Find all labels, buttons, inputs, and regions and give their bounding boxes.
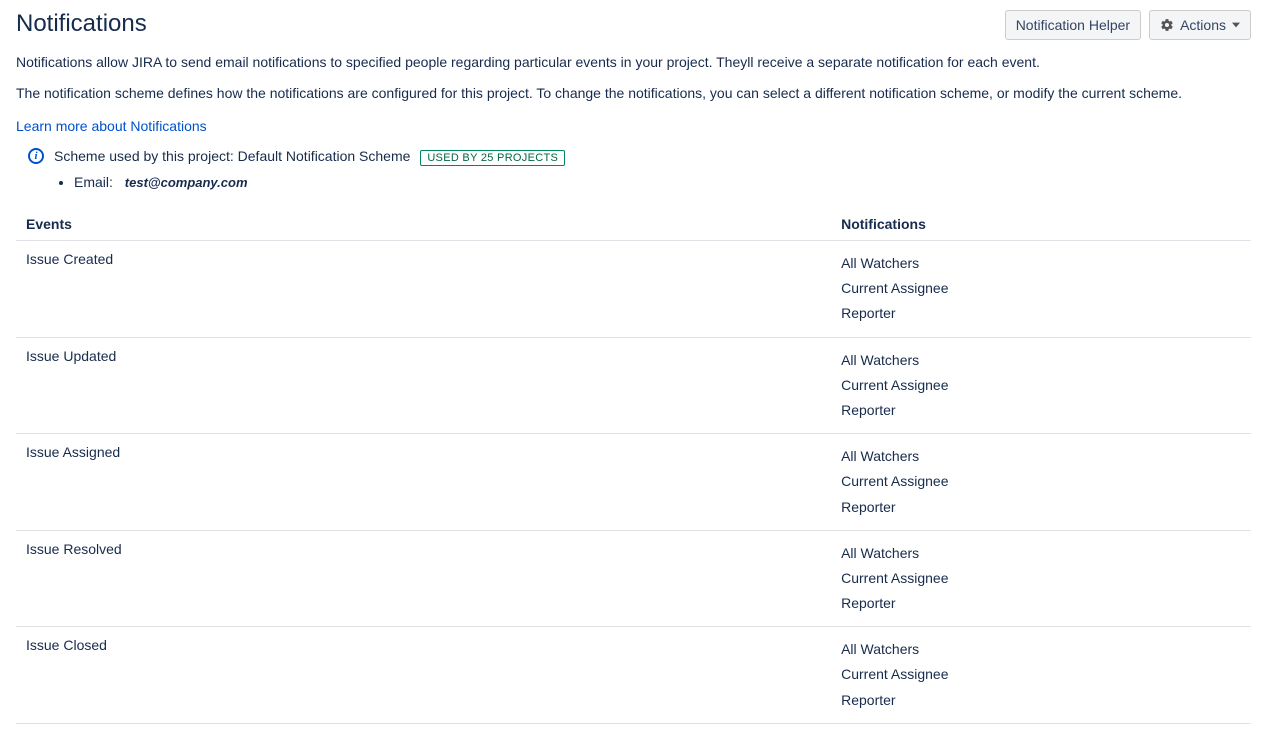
page-header: Notifications Notification Helper Action… bbox=[16, 10, 1251, 40]
recipient-item: Current Assignee bbox=[841, 566, 1241, 591]
email-label: Email: bbox=[74, 174, 113, 190]
recipient-item: All Watchers bbox=[841, 541, 1241, 566]
table-row: Issue AssignedAll WatchersCurrent Assign… bbox=[16, 434, 1251, 531]
recipient-item: All Watchers bbox=[841, 251, 1241, 276]
event-cell: Issue Created bbox=[16, 241, 831, 338]
recipient-item: Current Assignee bbox=[841, 662, 1241, 687]
scheme-text: Scheme used by this project: Default Not… bbox=[54, 148, 565, 164]
page-title: Notifications bbox=[16, 10, 147, 38]
recipient-item: All Watchers bbox=[841, 637, 1241, 662]
scheme-name: Default Notification Scheme bbox=[238, 148, 411, 164]
table-row: Issue ResolvedAll WatchersCurrent Assign… bbox=[16, 530, 1251, 627]
intro-block: Notifications allow JIRA to send email n… bbox=[16, 52, 1251, 148]
recipients-cell: All WatchersCurrent AssigneeReporter bbox=[831, 241, 1251, 338]
gear-icon bbox=[1160, 18, 1174, 32]
col-header-notifications: Notifications bbox=[831, 208, 1251, 241]
recipient-item: Reporter bbox=[841, 688, 1241, 713]
intro-paragraph-1: Notifications allow JIRA to send email n… bbox=[16, 52, 1251, 73]
actions-button[interactable]: Actions bbox=[1149, 10, 1251, 40]
recipient-item: Reporter bbox=[841, 398, 1241, 423]
scheme-info-row: i Scheme used by this project: Default N… bbox=[16, 148, 1251, 164]
recipients-cell: All WatchersCurrent AssigneeReporter bbox=[831, 337, 1251, 434]
event-cell: Issue Closed bbox=[16, 627, 831, 724]
notification-helper-button[interactable]: Notification Helper bbox=[1005, 10, 1141, 40]
col-header-events: Events bbox=[16, 208, 831, 241]
event-cell: Issue Assigned bbox=[16, 434, 831, 531]
table-row: Issue ClosedAll WatchersCurrent Assignee… bbox=[16, 627, 1251, 724]
table-row: Issue CreatedAll WatchersCurrent Assigne… bbox=[16, 241, 1251, 338]
recipient-item: Reporter bbox=[841, 591, 1241, 616]
notification-helper-label: Notification Helper bbox=[1016, 17, 1130, 33]
event-cell: Issue Updated bbox=[16, 337, 831, 434]
recipient-item: Reporter bbox=[841, 301, 1241, 326]
recipient-item: All Watchers bbox=[841, 444, 1241, 469]
chevron-down-icon bbox=[1232, 21, 1240, 29]
recipients-cell: All WatchersCurrent AssigneeReporter bbox=[831, 627, 1251, 724]
email-value: test@company.com bbox=[125, 175, 248, 190]
info-icon: i bbox=[28, 148, 44, 164]
recipient-item: Reporter bbox=[841, 495, 1241, 520]
event-cell: Issue Resolved bbox=[16, 530, 831, 627]
notifications-table: Events Notifications Issue CreatedAll Wa… bbox=[16, 208, 1251, 724]
recipients-cell: All WatchersCurrent AssigneeReporter bbox=[831, 434, 1251, 531]
actions-label: Actions bbox=[1180, 17, 1226, 33]
email-row: Email: test@company.com bbox=[16, 174, 1251, 190]
header-actions: Notification Helper Actions bbox=[1005, 10, 1251, 40]
intro-paragraph-2: The notification scheme defines how the … bbox=[16, 83, 1251, 104]
recipient-item: Current Assignee bbox=[841, 276, 1241, 301]
recipient-item: All Watchers bbox=[841, 348, 1241, 373]
recipient-item: Current Assignee bbox=[841, 373, 1241, 398]
table-row: Issue UpdatedAll WatchersCurrent Assigne… bbox=[16, 337, 1251, 434]
scheme-label: Scheme used by this project: bbox=[54, 148, 234, 164]
recipients-cell: All WatchersCurrent AssigneeReporter bbox=[831, 530, 1251, 627]
recipient-item: Current Assignee bbox=[841, 469, 1241, 494]
usage-badge: USED BY 25 PROJECTS bbox=[420, 150, 565, 166]
learn-more-link[interactable]: Learn more about Notifications bbox=[16, 118, 207, 134]
